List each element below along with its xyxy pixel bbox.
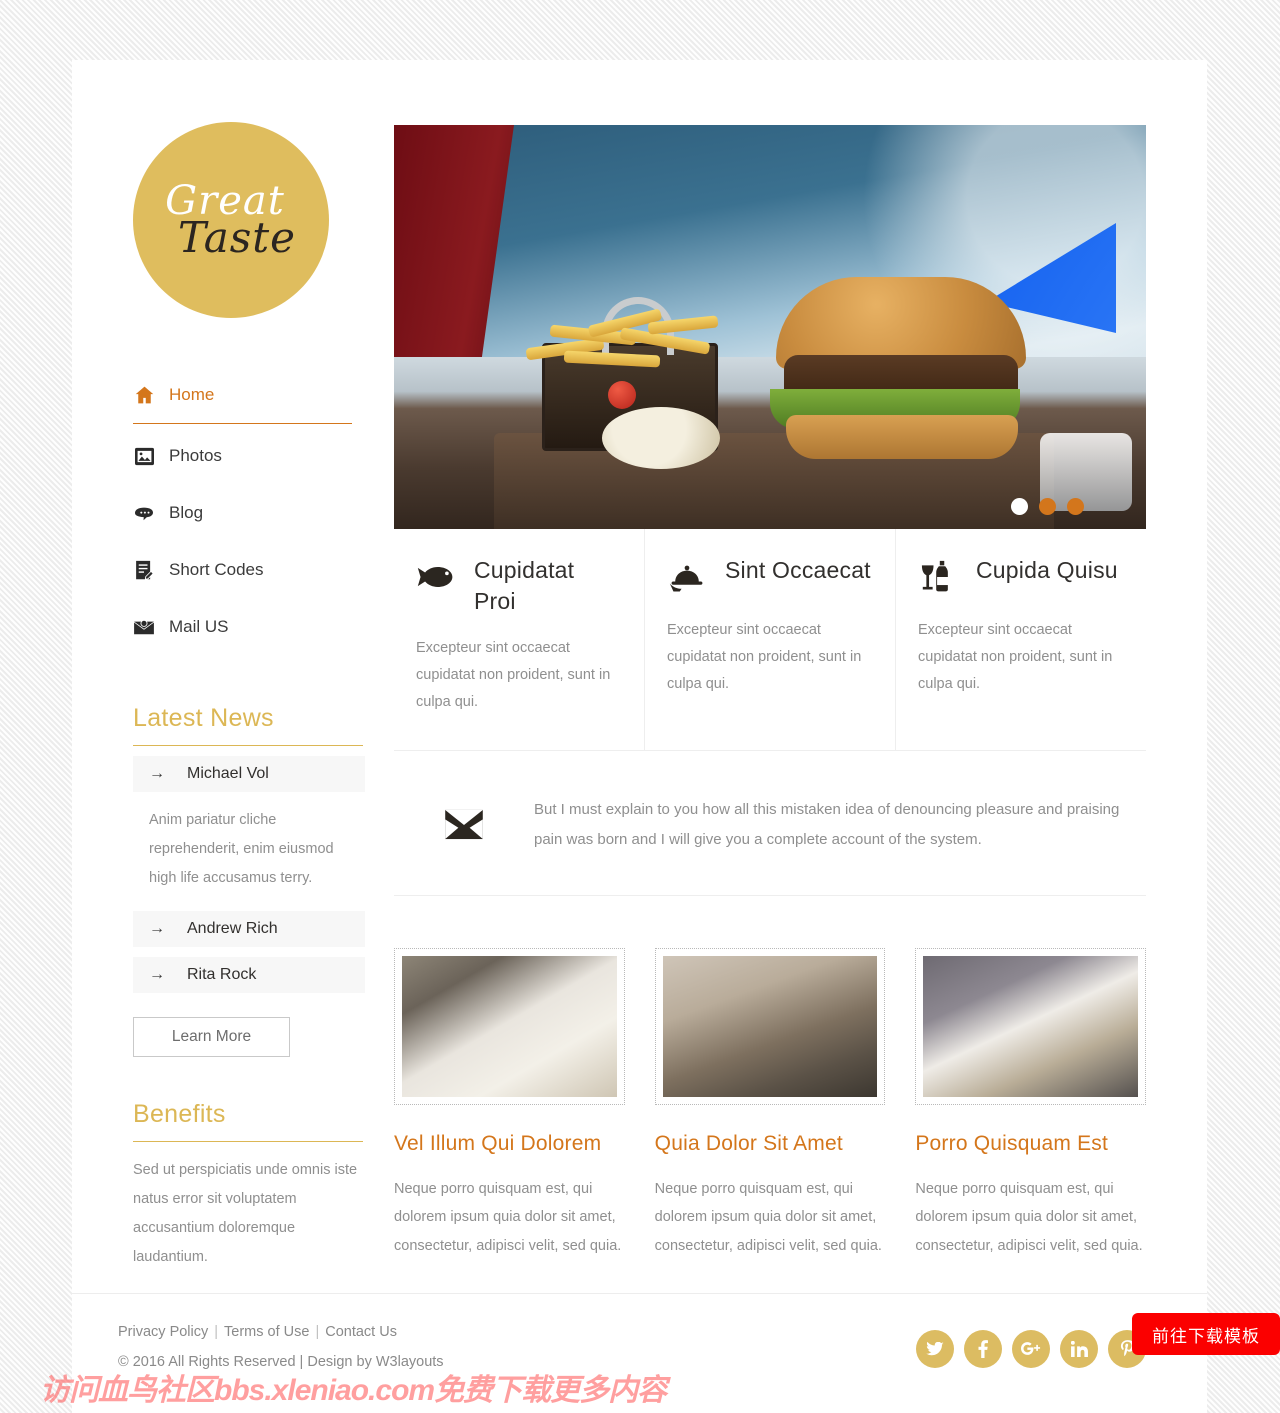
footer-separator: |: [214, 1324, 219, 1340]
content-card[interactable]: Quia Dolor Sit Amet Neque porro quisquam…: [654, 947, 886, 1260]
card-text: Neque porro quisquam est, qui dolorem ip…: [654, 1180, 882, 1254]
card-title[interactable]: Quia Dolor Sit Amet: [655, 1129, 886, 1159]
sidebar: Great Taste Home Photos Blog Short Codes…: [72, 60, 365, 1272]
notepad-icon: [133, 559, 155, 581]
card-title[interactable]: Vel Illum Qui Dolorem: [394, 1129, 625, 1159]
card-image: [402, 955, 617, 1097]
cards-row: Vel Illum Qui Dolorem Neque porro quisqu…: [394, 896, 1147, 1260]
linkedin-icon[interactable]: [1060, 1330, 1098, 1368]
carousel-dot-3[interactable]: [1067, 498, 1084, 515]
footer-link-terms[interactable]: Terms of Use: [224, 1324, 309, 1340]
social-links: [916, 1330, 1146, 1368]
arrow-right-icon: →: [149, 765, 165, 782]
hero-tomato: [608, 381, 636, 409]
hero-salad: [602, 407, 720, 469]
newsletter-text: But I must explain to you how all this m…: [534, 800, 1120, 848]
page-layout: Great Taste Home Photos Blog Short Codes…: [72, 60, 1207, 1272]
sidebar-item-label: Blog: [169, 503, 204, 522]
card-image: [662, 955, 878, 1097]
feature-title: Cupidatat Proi: [474, 557, 575, 615]
learn-more-button[interactable]: Learn More: [133, 1017, 290, 1057]
feature-title: Cupida Quisu: [976, 557, 1118, 583]
mail-icon: [133, 616, 155, 638]
card-image-frame: [394, 947, 625, 1105]
arrow-right-icon: →: [149, 920, 165, 937]
list-item[interactable]: → Rita Rock: [133, 957, 365, 993]
card-image-frame: [915, 947, 1147, 1105]
main-content: Cupidatat Proi Excepteur sint occaecat c…: [363, 60, 1207, 1272]
sidebar-item-home[interactable]: Home: [133, 376, 352, 424]
footer-links: Privacy Policy | Terms of Use | Contact Us: [118, 1324, 444, 1340]
site-logo[interactable]: Great Taste: [133, 122, 329, 318]
arrow-right-icon: →: [149, 966, 165, 983]
newsletter-strip: But I must explain to you how all this m…: [394, 751, 1146, 896]
feature-text: Excepteur sint occaecat cupidatat non pr…: [416, 640, 611, 710]
carousel-dot-1[interactable]: [1011, 498, 1028, 515]
twitter-icon[interactable]: [916, 1330, 954, 1368]
google-plus-icon[interactable]: [1012, 1330, 1050, 1368]
blog-icon: [133, 502, 155, 524]
latest-news-divider: [133, 745, 363, 746]
main-navigation: Home Photos Blog Short Codes Mail US: [133, 376, 352, 647]
carousel-dot-2[interactable]: [1039, 498, 1056, 515]
features-row: Cupidatat Proi Excepteur sint occaecat c…: [394, 529, 1146, 751]
content-card[interactable]: Vel Illum Qui Dolorem Neque porro quisqu…: [394, 947, 625, 1260]
sidebar-item-label: Short Codes: [169, 560, 264, 579]
feature-card[interactable]: Sint Occaecat Excepteur sint occaecat cu…: [645, 529, 896, 750]
sidebar-item-label: Home: [169, 384, 215, 404]
sidebar-item-label: Photos: [169, 446, 222, 465]
benefits-heading: Benefits: [133, 1100, 226, 1128]
watermark-overlay: 访问血鸟社区bbs.xleniao.com免费下载更多内容: [40, 1374, 667, 1407]
sidebar-item-photos[interactable]: Photos: [133, 436, 352, 476]
feature-card[interactable]: Cupidatat Proi Excepteur sint occaecat c…: [394, 529, 645, 750]
envelope-icon: [394, 809, 534, 840]
sidebar-item-mail-us[interactable]: Mail US: [133, 607, 352, 647]
page-panel: Great Taste Home Photos Blog Short Codes…: [72, 60, 1207, 1413]
content-card[interactable]: Porro Quisquam Est Neque porro quisquam …: [915, 947, 1147, 1260]
photo-icon: [133, 445, 155, 467]
sidebar-item-short-codes[interactable]: Short Codes: [133, 550, 352, 590]
footer-link-privacy[interactable]: Privacy Policy: [118, 1324, 208, 1340]
download-template-button[interactable]: 前往下载模板: [1132, 1313, 1280, 1355]
wine-icon: [918, 555, 958, 599]
latest-news-heading: Latest News: [133, 704, 274, 732]
benefits-section: Benefits Sed ut perspiciatis unde omnis …: [133, 1100, 365, 1272]
news-item-name: Rita Rock: [187, 966, 257, 983]
home-icon: [133, 384, 155, 406]
news-item-name: Andrew Rich: [187, 920, 278, 937]
list-item[interactable]: → Michael Vol: [133, 756, 365, 792]
footer-link-contact[interactable]: Contact Us: [325, 1324, 397, 1340]
fish-icon: [416, 555, 456, 599]
sidebar-item-blog[interactable]: Blog: [133, 493, 352, 533]
list-item[interactable]: → Andrew Rich: [133, 911, 365, 947]
card-text: Neque porro quisquam est, qui dolorem ip…: [394, 1180, 622, 1254]
feature-text: Excepteur sint occaecat cupidatat non pr…: [918, 622, 1113, 692]
serving-dish-icon: [667, 555, 707, 599]
footer-left: Privacy Policy | Terms of Use | Contact Us ©…: [118, 1324, 444, 1370]
logo-line-2: Taste: [177, 213, 297, 262]
card-image: [923, 955, 1139, 1097]
card-image-frame: [654, 947, 886, 1105]
carousel-dots: [1011, 498, 1084, 515]
card-text: Neque porro quisquam est, qui dolorem ip…: [915, 1180, 1143, 1254]
news-item-body: Anim pariatur cliche reprehenderit, enim…: [149, 812, 334, 886]
news-item-name: Michael Vol: [187, 765, 269, 782]
card-title[interactable]: Porro Quisquam Est: [915, 1129, 1146, 1159]
feature-card[interactable]: Cupida Quisu Excepteur sint occaecat cup…: [896, 529, 1146, 750]
sidebar-item-label: Mail US: [169, 617, 229, 636]
feature-text: Excepteur sint occaecat cupidatat non pr…: [667, 622, 862, 692]
hero-carousel[interactable]: [394, 125, 1146, 529]
feature-title: Sint Occaecat: [725, 557, 871, 583]
latest-news-section: Latest News → Michael Vol Anim pariatur …: [133, 704, 365, 1057]
benefits-body: Sed ut perspiciatis unde omnis iste natu…: [133, 1162, 358, 1265]
hero-burger-image: [770, 277, 1026, 459]
footer-separator: |: [315, 1324, 320, 1340]
facebook-icon[interactable]: [964, 1330, 1002, 1368]
hero-fries: [524, 308, 736, 371]
